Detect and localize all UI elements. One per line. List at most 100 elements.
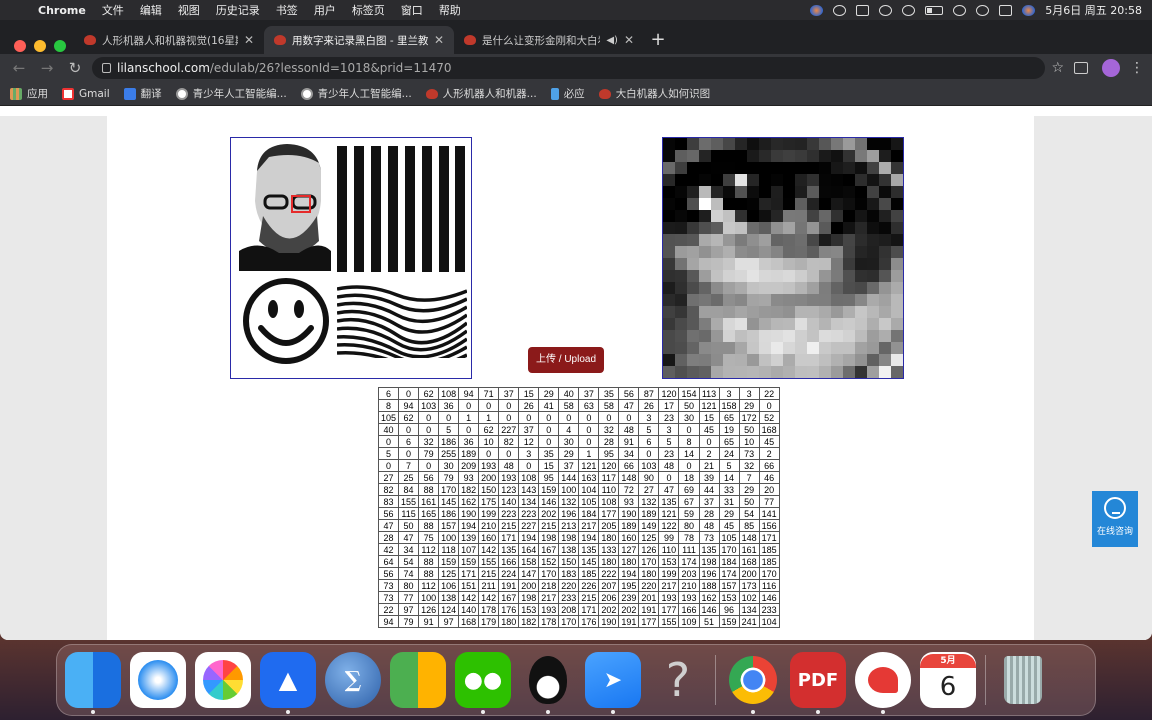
- menu-profiles[interactable]: 用户: [306, 2, 344, 18]
- airdrop-icon[interactable]: [902, 4, 916, 16]
- sample-images-panel[interactable]: [230, 137, 472, 379]
- calendar-icon[interactable]: 5月 6: [920, 652, 976, 708]
- wifi-icon[interactable]: [953, 4, 967, 16]
- formula-editor-icon[interactable]: ∑: [325, 652, 381, 708]
- bookmark-bing[interactable]: 必应: [550, 86, 585, 101]
- bluetooth-icon[interactable]: [879, 4, 893, 16]
- help-question-icon[interactable]: ?: [650, 652, 706, 708]
- menu-clock[interactable]: 5月6日 周五 20:58: [1045, 2, 1142, 18]
- matrix-row: 83 155 161 145 162 175 140 134 146 132 105 108 93 132…: [377, 495, 780, 508]
- safari-icon[interactable]: [130, 652, 186, 708]
- siri-icon[interactable]: [1022, 4, 1036, 16]
- menu-file[interactable]: 文件: [94, 2, 132, 18]
- bookmark-humanoid-robot[interactable]: 人形机器人和机器...: [425, 86, 537, 101]
- matrix-cell: 0: [538, 423, 560, 436]
- pixel-cell: [795, 330, 808, 343]
- smiley-image[interactable]: [241, 276, 331, 366]
- zoom-window-icon[interactable]: [54, 40, 66, 52]
- matrix-cell: 54: [398, 555, 420, 568]
- lark-icon[interactable]: ▲: [260, 652, 316, 714]
- pixel-cell: [843, 150, 856, 163]
- menu-help[interactable]: 帮助: [431, 2, 469, 18]
- zebra-pattern-image[interactable]: [337, 285, 467, 358]
- reading-list-icon[interactable]: [1074, 62, 1088, 74]
- pixel-cell: [735, 282, 748, 295]
- reload-icon[interactable]: ↻: [64, 57, 86, 79]
- trash-icon[interactable]: [995, 652, 1051, 708]
- pdf-reader-icon[interactable]: PDF: [790, 652, 846, 714]
- menu-view[interactable]: 视图: [170, 2, 208, 18]
- new-tab-button[interactable]: +: [644, 26, 672, 54]
- matrix-cell: 209: [458, 459, 480, 472]
- matrix-cell: 35: [538, 447, 560, 460]
- menu-app-name[interactable]: Chrome: [30, 4, 94, 17]
- matrix-cell: 3: [518, 447, 540, 460]
- tab-bw-image-numbers[interactable]: 用数字来记录黑白图 - 里兰教育 ✕: [264, 26, 454, 54]
- close-tab-icon[interactable]: ✕: [244, 33, 254, 47]
- play-icon[interactable]: [833, 4, 847, 16]
- input-method-icon[interactable]: [856, 4, 870, 16]
- matrix-cell: 77: [758, 495, 780, 508]
- pixel-cell: [831, 342, 844, 355]
- bookmark-ai-coding-1[interactable]: 青少年人工智能编...: [175, 86, 287, 101]
- matrix-cell: 0: [418, 459, 440, 472]
- bookmark-ai-coding-2[interactable]: 青少年人工智能编...: [300, 86, 412, 101]
- tab-humanoid-robot[interactable]: 人形机器人和机器视觉(16星期,3 ✕: [74, 26, 264, 54]
- chrome-icon[interactable]: [725, 652, 781, 714]
- pixel-cell: [855, 174, 868, 187]
- menu-bookmarks[interactable]: 书签: [268, 2, 306, 18]
- stripes-image[interactable]: [337, 146, 465, 272]
- portrait-image[interactable]: [239, 141, 331, 271]
- color-picker-icon[interactable]: [810, 4, 824, 16]
- back-arrow-icon[interactable]: ←: [8, 57, 30, 79]
- address-bar[interactable]: lilanschool.com/edulab/26?lessonId=1018&…: [92, 57, 1046, 79]
- matrix-cell: 46: [758, 471, 780, 484]
- bookmark-star-icon[interactable]: ☆: [1051, 60, 1064, 76]
- matrix-cell: 123: [498, 483, 520, 496]
- audio-playing-icon[interactable]: ◀): [606, 35, 618, 46]
- online-consult-button[interactable]: 在线咨询: [1092, 491, 1138, 547]
- lock-icon[interactable]: [102, 63, 111, 73]
- menu-edit[interactable]: 编辑: [132, 2, 170, 18]
- red-speech-app-icon[interactable]: [855, 652, 911, 714]
- battery-icon[interactable]: [925, 5, 944, 15]
- more-menu-icon[interactable]: ⋮: [1130, 60, 1144, 76]
- pixel-cell: [711, 330, 724, 343]
- photos-icon[interactable]: [195, 652, 251, 708]
- control-center-icon[interactable]: [999, 4, 1013, 16]
- matrix-cell: 59: [678, 507, 700, 520]
- pixel-cell: [855, 270, 868, 283]
- qq-icon[interactable]: [520, 652, 576, 714]
- pixel-cell: [891, 234, 903, 247]
- pixel-cell: [735, 162, 748, 175]
- minimize-window-icon[interactable]: [34, 40, 46, 52]
- pixel-cell: [747, 354, 760, 367]
- upload-button[interactable]: 上传 / Upload: [528, 347, 604, 373]
- tab-transformers[interactable]: 是什么让变形金刚和大白看见 ◀) ✕: [454, 26, 644, 54]
- matrix-cell: 206: [598, 591, 620, 604]
- bookmark-apps[interactable]: 应用: [10, 86, 48, 101]
- pixel-cell: [747, 306, 760, 319]
- pixel-cell: [783, 246, 796, 259]
- kids-learning-app-icon[interactable]: [390, 652, 446, 708]
- menu-window[interactable]: 窗口: [393, 2, 431, 18]
- forward-arrow-icon[interactable]: →: [36, 57, 58, 79]
- bookmark-gmail[interactable]: Gmail: [62, 87, 110, 100]
- bookmark-baymax[interactable]: 大白机器人如何识图: [598, 86, 710, 101]
- wechat-icon[interactable]: ●●: [455, 652, 511, 714]
- matrix-cell: 33: [718, 483, 740, 496]
- matrix-cell: 118: [438, 543, 460, 556]
- matrix-cell: 195: [618, 579, 640, 592]
- bookmark-translate[interactable]: 翻译: [123, 86, 162, 101]
- dingtalk-icon[interactable]: ➤: [585, 652, 641, 714]
- menu-tab[interactable]: 标签页: [344, 2, 393, 18]
- close-tab-icon[interactable]: ✕: [434, 33, 444, 47]
- close-window-icon[interactable]: [14, 40, 26, 52]
- matrix-cell: 138: [558, 543, 580, 556]
- pixel-cell: [807, 294, 820, 307]
- spotlight-search-icon[interactable]: [976, 4, 990, 16]
- profile-avatar[interactable]: [1102, 59, 1120, 77]
- menu-history[interactable]: 历史记录: [208, 2, 268, 18]
- finder-icon[interactable]: [65, 652, 121, 714]
- close-tab-icon[interactable]: ✕: [624, 33, 634, 47]
